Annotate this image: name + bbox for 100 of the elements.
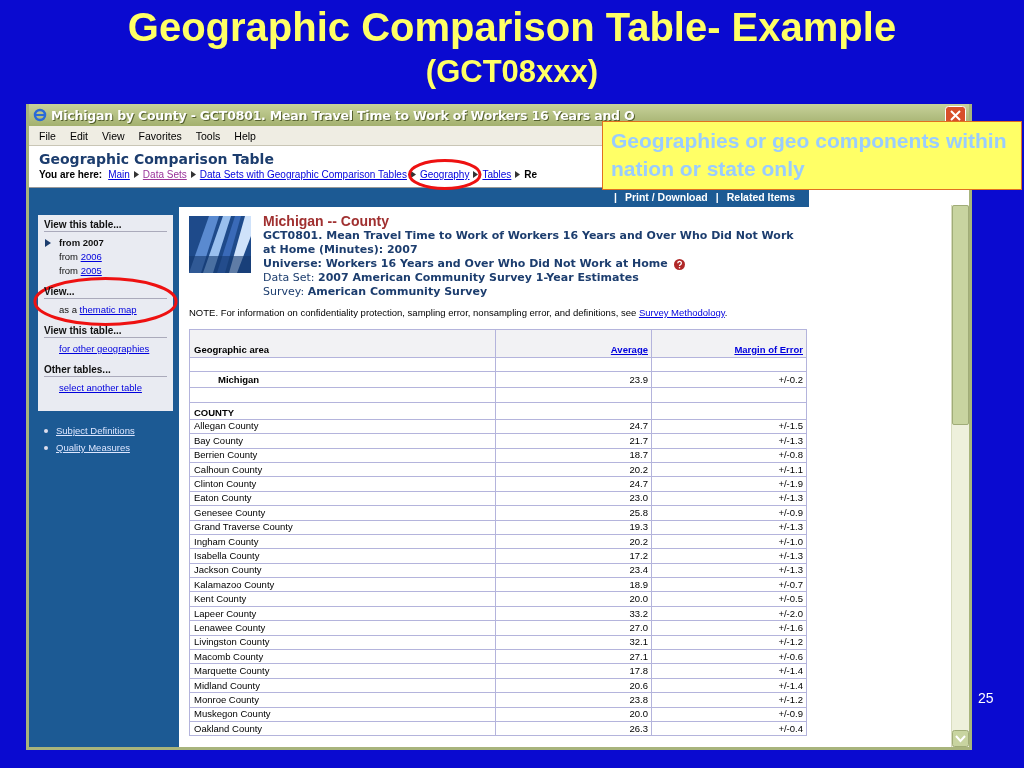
slide-title: Geographic Comparison Table- Example	[127, 4, 897, 51]
toolbar-link[interactable]: Related Items	[726, 190, 795, 203]
table-cell: 27.1	[495, 649, 652, 664]
table-cell: 20.2	[495, 462, 652, 477]
table-cell: 24.7	[495, 476, 652, 492]
table-cell: +/-0.6	[651, 649, 807, 664]
menu-item[interactable]: Edit	[69, 129, 88, 142]
universe-text: Universe: Workers 16 Years and Over Who Did Not Work at Home	[263, 257, 668, 271]
table-cell: Jackson County	[189, 563, 496, 578]
sidebar-item[interactable]: select another table	[44, 381, 167, 395]
table-cell: Monroe County	[189, 692, 496, 708]
table-cell: Livingston County	[189, 635, 496, 650]
table-cell: 23.9	[495, 371, 652, 388]
sidebar-heading: Other tables...	[44, 364, 167, 377]
slide-subtitle: (GCT08xxx)	[425, 53, 599, 91]
table-title: GCT0801. Mean Travel Time to Work of Workers 16 Years and Over Who Did Not Work at Home (Minutes): 2007	[263, 229, 795, 257]
table-cell: +/-1.3	[651, 520, 807, 535]
sidebar-item[interactable]: as a thematic map	[44, 303, 167, 317]
table-cell: +/-0.2	[651, 371, 807, 388]
table-cell: 23.0	[495, 491, 652, 506]
breadcrumb-link[interactable]: Tables	[482, 169, 512, 180]
table-cell: 20.6	[495, 678, 652, 693]
bullet-icon	[44, 445, 48, 450]
scrollbar[interactable]	[951, 205, 969, 747]
table-cell: Lapeer County	[189, 606, 496, 621]
breadcrumb-label: You are here:	[39, 169, 103, 180]
sidebar-item[interactable]: from 2007	[44, 236, 167, 250]
separator-text: |	[715, 190, 719, 203]
column-header-link[interactable]: Average	[610, 344, 648, 355]
methodology-link[interactable]: Survey Methodology	[638, 307, 725, 318]
breadcrumb-link[interactable]: Data Sets	[142, 169, 187, 180]
table-cell: +/-1.2	[651, 635, 807, 650]
sidebar-item[interactable]: from 2006	[44, 250, 167, 264]
table-cell: +/-2.0	[651, 606, 807, 621]
column-header-link[interactable]: Margin of Error	[734, 344, 803, 355]
sidebar-link[interactable]: Quality Measures	[56, 442, 130, 453]
table-cell: +/-1.3	[651, 563, 807, 578]
table-cell: Calhoun County	[189, 462, 496, 477]
table-cell: Berrien County	[189, 448, 496, 463]
table-cell: Isabella County	[189, 548, 496, 564]
help-icon[interactable]	[673, 258, 685, 270]
table-cell: +/-0.4	[651, 721, 807, 736]
table-cell: 17.2	[495, 548, 652, 564]
table-cell: 18.7	[495, 448, 652, 463]
sidebar-item[interactable]: from 2005	[44, 264, 167, 278]
breadcrumb-link[interactable]: Main	[108, 169, 130, 180]
table-cell: 21.7	[495, 433, 652, 449]
table-cell: 17.8	[495, 663, 652, 679]
table-cell: +/-1.3	[651, 491, 807, 506]
table-cell: Michigan	[189, 371, 496, 388]
table-cell: Kalamazoo County	[189, 577, 496, 592]
table-cell: +/-1.3	[651, 433, 807, 449]
table-cell: +/-1.6	[651, 620, 807, 636]
table-cell: +/-1.2	[651, 692, 807, 708]
table-cell: 26.3	[495, 721, 652, 736]
sidebar-heading: View...	[44, 286, 167, 299]
browser-icon	[33, 108, 47, 122]
table-cell: +/-0.9	[651, 505, 807, 520]
table-cell: Macomb County	[189, 649, 496, 664]
menu-item[interactable]: Tools	[195, 129, 221, 142]
menu-item[interactable]: View	[102, 129, 125, 142]
table-cell: +/-1.5	[651, 419, 807, 434]
breadcrumb-arrow-icon	[410, 171, 416, 178]
page-heading: Geographic Comparison Table	[39, 151, 275, 167]
table-cell: 24.7	[495, 419, 652, 434]
table-cell: +/-0.5	[651, 591, 807, 607]
page-number: 25	[978, 690, 994, 706]
geography-title: Michigan -- County	[263, 213, 390, 229]
table-cell: 33.2	[495, 606, 652, 621]
breadcrumb-link[interactable]: Data Sets with Geographic Comparison Tables	[199, 169, 407, 180]
table-cell: 32.1	[495, 635, 652, 650]
table-cell: Midland County	[189, 678, 496, 693]
menu-item[interactable]: Favorites	[138, 129, 182, 142]
menu-item[interactable]: File	[39, 129, 56, 142]
dataset-text: Data Set: 2007 American Community Survey 1-Year Estimates	[263, 271, 640, 285]
scroll-down-icon[interactable]	[952, 730, 969, 747]
table-cell: 25.8	[495, 505, 652, 520]
table-cell: 20.2	[495, 534, 652, 549]
table-cell: +/-1.4	[651, 678, 807, 693]
toolbar-link[interactable]: Print / Download	[624, 190, 708, 203]
table-cell: 23.8	[495, 692, 652, 708]
sidebar-item[interactable]: for other geographies	[44, 342, 167, 356]
table-cell: 18.9	[495, 577, 652, 592]
menu-item[interactable]: Help	[234, 129, 256, 142]
table-cell: Bay County	[189, 433, 496, 449]
callout-note: Geographies or geo components within nation or state only	[602, 121, 1022, 190]
table-cell: Marquette County	[189, 663, 496, 679]
breadcrumb-arrow-icon	[190, 171, 196, 178]
table-cell: +/-0.9	[651, 707, 807, 722]
table-cell: 23.4	[495, 563, 652, 578]
window-title: Michigan by County - GCT0801. Mean Travel Time to Work of Workers 16 Years and O	[51, 107, 635, 123]
table-cell: +/-1.0	[651, 534, 807, 549]
table-cell: +/-1.3	[651, 548, 807, 564]
note-text: NOTE. For information on confidentiality protection, sampling error, nonsampling error, and definitions, see Survey Methodology.	[189, 307, 729, 319]
table-cell: +/-0.8	[651, 448, 807, 463]
sidebar-link[interactable]: Subject Definitions	[56, 425, 135, 436]
table-cell: Lenawee County	[189, 620, 496, 636]
breadcrumb-arrow-icon	[133, 171, 139, 178]
breadcrumb-current: Re	[524, 169, 538, 180]
table-cell: Genesee County	[189, 505, 496, 520]
